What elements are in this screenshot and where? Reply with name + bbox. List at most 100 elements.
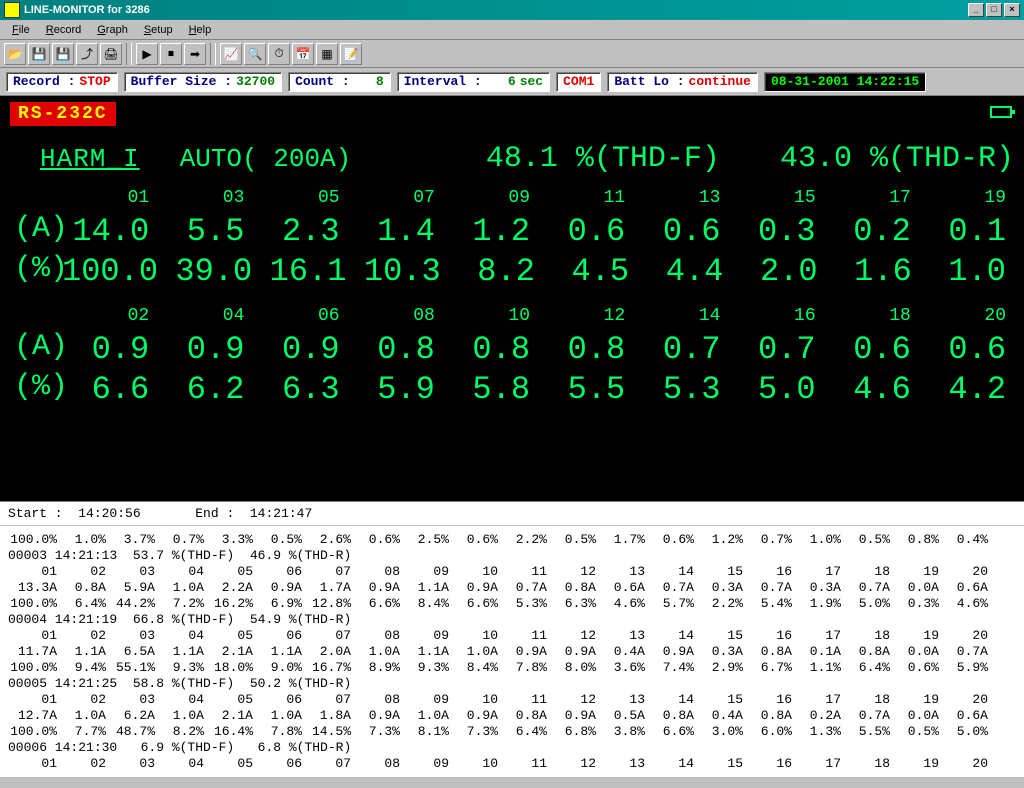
log-cell: 8.9%: [351, 660, 400, 676]
harmonic-value: 1.2: [443, 212, 538, 252]
harmonic-header: 20: [919, 306, 1014, 330]
menu-graph[interactable]: Graph: [89, 22, 136, 38]
log-cell: 08: [351, 692, 400, 708]
log-cell: 14: [645, 692, 694, 708]
log-cell: 1.1A: [253, 644, 302, 660]
harmonic-header: 01: [62, 188, 157, 212]
search-icon[interactable]: 🔍: [244, 43, 266, 65]
log-cell: 02: [57, 628, 106, 644]
log-cell: 13: [596, 756, 645, 772]
log-cell: 6.2A: [106, 708, 155, 724]
log-cell: 15: [694, 692, 743, 708]
log-cell: 5.7%: [645, 596, 694, 612]
log-cell: 6.6%: [645, 724, 694, 740]
grid-icon[interactable]: ▦: [316, 43, 338, 65]
harmonic-value: 0.9: [252, 330, 347, 370]
log-cell: 18.0%: [204, 660, 253, 676]
log-cell: 18: [841, 628, 890, 644]
log-cell: 06: [253, 628, 302, 644]
log-cell: 0.0A: [890, 708, 939, 724]
log-cell: 0.5%: [890, 724, 939, 740]
log-cell: 1.2%: [694, 532, 743, 548]
log-cell: 15: [694, 628, 743, 644]
log-area[interactable]: 100.0%1.0%3.7%0.7%3.3%0.5%2.6%0.6%2.5%0.…: [0, 525, 1024, 777]
battery-icon: [990, 106, 1012, 118]
log-record-header: 00006 14:21:30 6.9 %(THD-F) 6.8 %(THD-R): [8, 740, 1016, 756]
log-cell: 12: [547, 756, 596, 772]
log-cell: 1.1A: [400, 580, 449, 596]
window-title: LINE-MONITOR for 3286: [24, 4, 150, 16]
log-cell: 11.7A: [8, 644, 57, 660]
calendar-icon[interactable]: 📅: [292, 43, 314, 65]
datetime-value: 08-31-2001 14:22:15: [771, 74, 919, 89]
log-cell: 16: [743, 692, 792, 708]
mode-label: HARM_I: [40, 144, 140, 174]
close-button[interactable]: ×: [1004, 3, 1020, 17]
interval-unit: sec: [520, 74, 543, 89]
log-cell: 16.4%: [204, 724, 253, 740]
log-cell: 0.9A: [547, 708, 596, 724]
log-cell: 1.7%: [596, 532, 645, 548]
save-disk-icon[interactable]: 💾: [52, 43, 74, 65]
status-row: Record : STOP Buffer Size : 32700 Count …: [0, 68, 1024, 96]
harmonic-header: 08: [348, 306, 443, 330]
log-cell: 11: [498, 756, 547, 772]
record-stop-icon[interactable]: ⏹: [160, 43, 182, 65]
export-icon[interactable]: ⤴: [76, 43, 98, 65]
menu-record[interactable]: Record: [38, 22, 89, 38]
log-cell: 6.3%: [547, 596, 596, 612]
harmonic-value: 0.6: [633, 212, 728, 252]
log-cell: 0.5A: [596, 708, 645, 724]
log-cell: 15: [694, 564, 743, 580]
log-cell: 0.8A: [547, 580, 596, 596]
log-cell: 1.8A: [302, 708, 351, 724]
record-start-icon[interactable]: ▶: [136, 43, 158, 65]
count-box: Count : 8: [288, 72, 391, 92]
menu-file[interactable]: File: [4, 22, 38, 38]
interval-box: Interval : 6 sec: [397, 72, 550, 92]
log-cell: 0.4%: [939, 532, 988, 548]
log-cell: 0.9A: [351, 580, 400, 596]
log-cell: 10: [449, 628, 498, 644]
harmonic-header: 06: [252, 306, 347, 330]
menubar: File Record Graph Setup Help: [0, 20, 1024, 40]
log-cell: 18: [841, 756, 890, 772]
harmonic-value: 0.8: [538, 330, 633, 370]
log-cell: 100.0%: [8, 724, 57, 740]
log-cell: 0.6%: [645, 532, 694, 548]
log-cell: 6.6%: [449, 596, 498, 612]
batt-label: Batt Lo :: [614, 74, 684, 89]
log-cell: 0.9A: [449, 708, 498, 724]
log-cell: 0.6%: [449, 532, 498, 548]
settings-icon[interactable]: 📝: [340, 43, 362, 65]
log-cell: 1.0A: [400, 708, 449, 724]
chart-icon[interactable]: 📈: [220, 43, 242, 65]
open-icon[interactable]: 📂: [4, 43, 26, 65]
buffer-value: 32700: [236, 74, 275, 89]
log-cell: 0.5%: [547, 532, 596, 548]
com-box: COM1: [556, 72, 601, 92]
log-cell: 1.0A: [155, 708, 204, 724]
harmonic-value: 6.2: [157, 370, 252, 410]
log-cell: 02: [57, 564, 106, 580]
log-cell: 04: [155, 628, 204, 644]
log-cell: 2.1A: [204, 644, 253, 660]
harmonic-value: 0.9: [157, 330, 252, 370]
minimize-button[interactable]: _: [968, 3, 984, 17]
menu-setup[interactable]: Setup: [136, 22, 181, 38]
log-cell: 2.1A: [204, 708, 253, 724]
save-icon[interactable]: 💾: [28, 43, 50, 65]
log-cell: 04: [155, 692, 204, 708]
maximize-button[interactable]: □: [986, 3, 1002, 17]
log-cell: 2.9%: [694, 660, 743, 676]
harmonic-value: 2.0: [731, 252, 825, 292]
log-cell: 06: [253, 756, 302, 772]
log-cell: 0.9A: [645, 644, 694, 660]
log-cell: 0.8A: [498, 708, 547, 724]
harmonic-header: 09: [443, 188, 538, 212]
clock-icon[interactable]: ⏱: [268, 43, 290, 65]
menu-help[interactable]: Help: [181, 22, 220, 38]
log-cell: 09: [400, 564, 449, 580]
print-icon[interactable]: 🖨: [100, 43, 122, 65]
forward-icon[interactable]: ➡: [184, 43, 206, 65]
